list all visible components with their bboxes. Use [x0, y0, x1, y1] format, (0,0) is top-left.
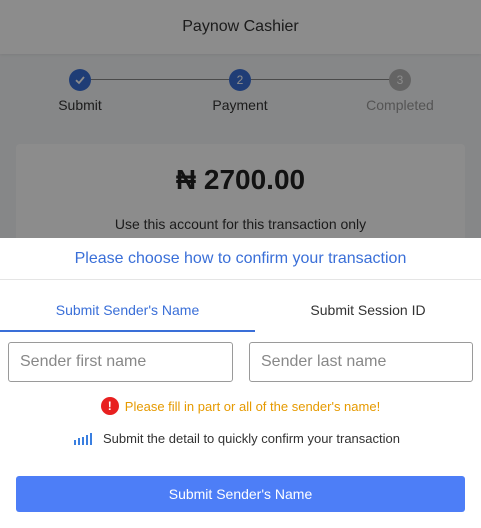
sheet-title: Please choose how to confirm your transa… [0, 238, 481, 280]
sender-first-name-input[interactable] [8, 342, 233, 382]
error-icon: ! [100, 397, 119, 415]
error-message: Please fill in part or all of the sender… [124, 398, 381, 414]
confirm-method-tabs: Submit Sender's Name Submit Session ID [0, 294, 481, 332]
tab-sender-name[interactable]: Submit Sender's Name [0, 294, 255, 332]
tab-session-id[interactable]: Submit Session ID [255, 294, 481, 332]
hint-text: Submit the detail to quickly confirm you… [103, 431, 400, 446]
confirm-sheet: Please choose how to confirm your transa… [0, 238, 481, 528]
signal-bars-icon [74, 432, 94, 445]
submit-sender-name-button[interactable]: Submit Sender's Name [16, 476, 465, 512]
hint-row: Submit the detail to quickly confirm you… [74, 431, 400, 446]
validation-error: ! Please fill in part or all of the send… [0, 397, 481, 415]
sender-last-name-input[interactable] [249, 342, 473, 382]
